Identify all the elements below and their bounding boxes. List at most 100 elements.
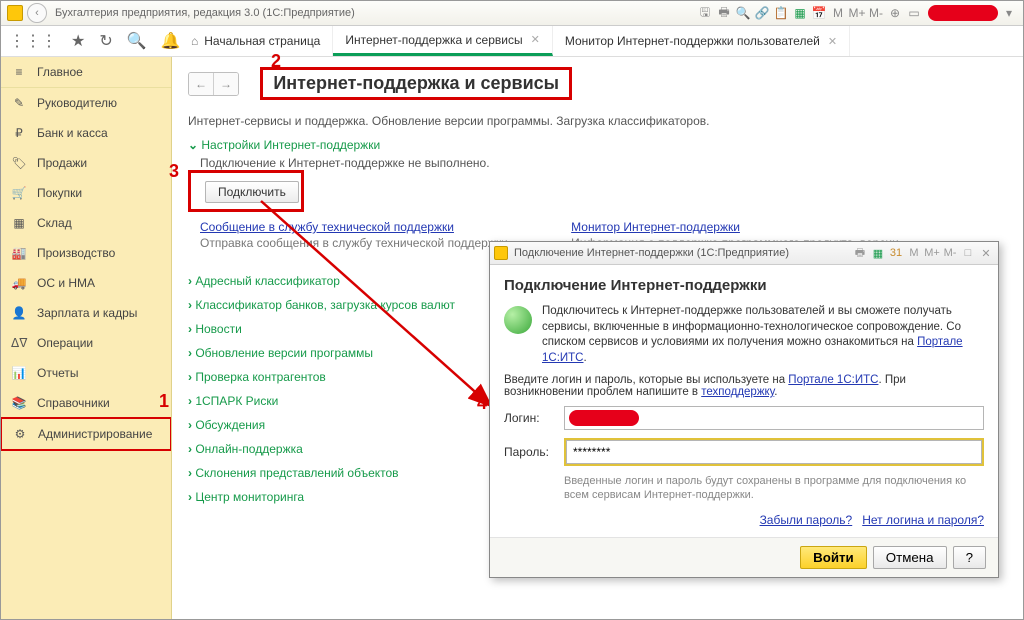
- apps-grid-icon[interactable]: ⋮⋮⋮: [9, 31, 57, 51]
- help-button[interactable]: ?: [953, 546, 986, 569]
- dlg-maximize-icon[interactable]: □: [960, 247, 976, 259]
- nav-arrows: ← →: [188, 72, 239, 96]
- sidebar-item-label: Продажи: [37, 156, 87, 170]
- sidebar: ≡ Главное ✎ Руководителю ₽Банк и касса 🏷Пр…: [1, 57, 172, 620]
- sidebar-item-label: Справочники: [37, 396, 110, 410]
- dlg-print-icon[interactable]: 🖶: [852, 244, 868, 263]
- clipboard-icon[interactable]: 📋: [773, 5, 789, 21]
- operations-icon: ᐃᐁ: [11, 336, 27, 350]
- window-icon[interactable]: ▭: [906, 5, 922, 21]
- dropdown-icon[interactable]: ▾: [1001, 5, 1017, 21]
- connect-button-highlight: Подключить: [188, 170, 304, 212]
- person-icon: 👤: [11, 306, 27, 320]
- sidebar-item-administration[interactable]: ⚙Администрирование: [1, 417, 172, 451]
- grid-icon: ▦: [11, 216, 27, 230]
- dialog-logo-icon: [494, 246, 508, 260]
- nav-back-button[interactable]: ←: [189, 73, 214, 95]
- link-monitor[interactable]: Монитор Интернет-поддержки: [571, 220, 740, 234]
- sidebar-item-operations[interactable]: ᐃᐁ Операции: [1, 328, 171, 358]
- notifications-bell-icon[interactable]: 🔔: [161, 31, 181, 51]
- sidebar-item-label: Руководителю: [37, 96, 117, 110]
- calc-icon[interactable]: ▦: [792, 5, 808, 21]
- tab-home[interactable]: ⌂ Начальная страница: [179, 26, 333, 56]
- tab-bar: ⋮⋮⋮ ★ ↻ 🔍 🔔 ⌂ Начальная страница Интерне…: [1, 26, 1023, 57]
- sidebar-item-hr[interactable]: 👤 Зарплата и кадры: [1, 298, 171, 328]
- connect-button[interactable]: Подключить: [205, 181, 299, 203]
- tab-internet-support[interactable]: Интернет-поддержка и сервисы ✕: [333, 26, 552, 56]
- dialog-instruction: Введите логин и пароль, которые вы испол…: [504, 374, 984, 398]
- books-icon: 📚: [11, 396, 27, 410]
- password-input[interactable]: [566, 440, 982, 464]
- sidebar-item-assets[interactable]: 🚚 ОС и НМА: [1, 268, 171, 298]
- sidebar-item-label: ОС и НМА: [37, 276, 95, 290]
- current-user-badge[interactable]: [928, 5, 998, 21]
- sidebar-item-label: Операции: [37, 336, 93, 350]
- sidebar-item-label: Администрирование: [38, 427, 152, 441]
- dialog-title-text: Подключение Интернет-поддержки (1С:Предп…: [514, 247, 789, 259]
- sidebar-item-label: Склад: [37, 216, 72, 230]
- sidebar-item-purchases[interactable]: 🛒 Покупки: [1, 178, 171, 208]
- link-no-login[interactable]: Нет логина и пароля?: [862, 513, 984, 527]
- close-icon[interactable]: ✕: [531, 33, 540, 46]
- dlg-close-icon[interactable]: ✕: [978, 247, 994, 260]
- dlg-calendar-icon[interactable]: 31: [888, 247, 904, 259]
- login-input-redacted[interactable]: [569, 410, 639, 426]
- link-techsupport[interactable]: техподдержку: [701, 386, 774, 398]
- link-icon[interactable]: 🔗: [754, 5, 770, 21]
- login-button[interactable]: Войти: [800, 546, 867, 569]
- mem-m-icon[interactable]: M: [830, 5, 846, 21]
- print-icon[interactable]: 🖶: [716, 5, 732, 21]
- cart-icon: 🛒: [11, 186, 27, 200]
- link-forgot-password[interactable]: Забыли пароль?: [760, 513, 853, 527]
- sidebar-item-label: Покупки: [37, 186, 82, 200]
- dlg-mplus-icon[interactable]: M+: [924, 247, 940, 259]
- dialog-connect-internet-support: Подключение Интернет-поддержки (1С:Предп…: [489, 241, 999, 578]
- search-icon[interactable]: 🔍: [735, 5, 751, 21]
- tab-monitor[interactable]: Монитор Интернет-поддержки пользователей…: [553, 26, 850, 56]
- sidebar-item-production[interactable]: 🏭Производство: [1, 238, 171, 268]
- close-icon[interactable]: ✕: [828, 35, 837, 48]
- nav-forward-button[interactable]: →: [214, 73, 238, 95]
- mem-mplus-icon[interactable]: M+: [849, 5, 865, 21]
- annotation-2: 2: [271, 51, 281, 72]
- save-icon[interactable]: 🖫: [697, 5, 713, 21]
- chart-icon: 📊: [11, 366, 27, 380]
- sidebar-item-main[interactable]: ≡ Главное: [1, 57, 171, 88]
- sidebar-item-label: Банк и касса: [37, 126, 108, 140]
- sidebar-item-manager[interactable]: ✎ Руководителю: [1, 88, 171, 118]
- calendar-icon[interactable]: 📅: [811, 5, 827, 21]
- sidebar-item-label: Производство: [37, 246, 115, 260]
- annotation-1: 1: [159, 391, 169, 412]
- tab-label: Интернет-поддержка и сервисы: [345, 33, 522, 47]
- section-settings-header[interactable]: Настройки Интернет-поддержки: [188, 138, 1007, 152]
- mem-mminus-icon[interactable]: M-: [868, 5, 884, 21]
- sidebar-item-bank[interactable]: ₽Банк и касса: [1, 118, 171, 148]
- dialog-intro-text: Подключитесь к Интернет-поддержке пользо…: [542, 304, 984, 366]
- login-label: Логин:: [504, 411, 556, 425]
- home-icon: ⌂: [191, 34, 198, 48]
- sidebar-item-label: Зарплата и кадры: [37, 306, 137, 320]
- connection-status: Подключение к Интернет-поддержке не выпо…: [200, 156, 1007, 170]
- history-icon[interactable]: ↻: [99, 31, 112, 51]
- sidebar-item-sales[interactable]: 🏷Продажи: [1, 148, 171, 178]
- cancel-button[interactable]: Отмена: [873, 546, 947, 569]
- link-tech-support-desc: Отправка сообщения в службу технической …: [200, 236, 511, 250]
- sidebar-item-label: Главное: [37, 65, 83, 79]
- zoom-icon[interactable]: ⊕: [887, 5, 903, 21]
- titlebar-back-icon[interactable]: ‹: [27, 3, 47, 23]
- link-its-portal-2[interactable]: Портале 1С:ИТС: [788, 374, 878, 386]
- credentials-hint: Введенные логин и пароль будут сохранены…: [564, 474, 984, 503]
- sidebar-item-reports[interactable]: 📊Отчеты: [1, 358, 171, 388]
- link-tech-support[interactable]: Сообщение в службу технической поддержки: [200, 220, 454, 234]
- dlg-calc-icon[interactable]: ▦: [870, 247, 886, 260]
- search-toolbar-icon[interactable]: 🔍: [127, 31, 147, 51]
- dlg-mminus-icon[interactable]: M-: [942, 247, 958, 259]
- truck-icon: 🚚: [11, 276, 27, 290]
- annotation-3: 3: [169, 161, 179, 182]
- pencil-icon: ✎: [11, 96, 27, 110]
- menu-icon: ≡: [11, 65, 27, 79]
- dlg-m-icon[interactable]: M: [906, 247, 922, 259]
- sidebar-item-references[interactable]: 📚 Справочники: [1, 388, 171, 418]
- favorite-star-icon[interactable]: ★: [71, 31, 85, 51]
- sidebar-item-warehouse[interactable]: ▦ Склад: [1, 208, 171, 238]
